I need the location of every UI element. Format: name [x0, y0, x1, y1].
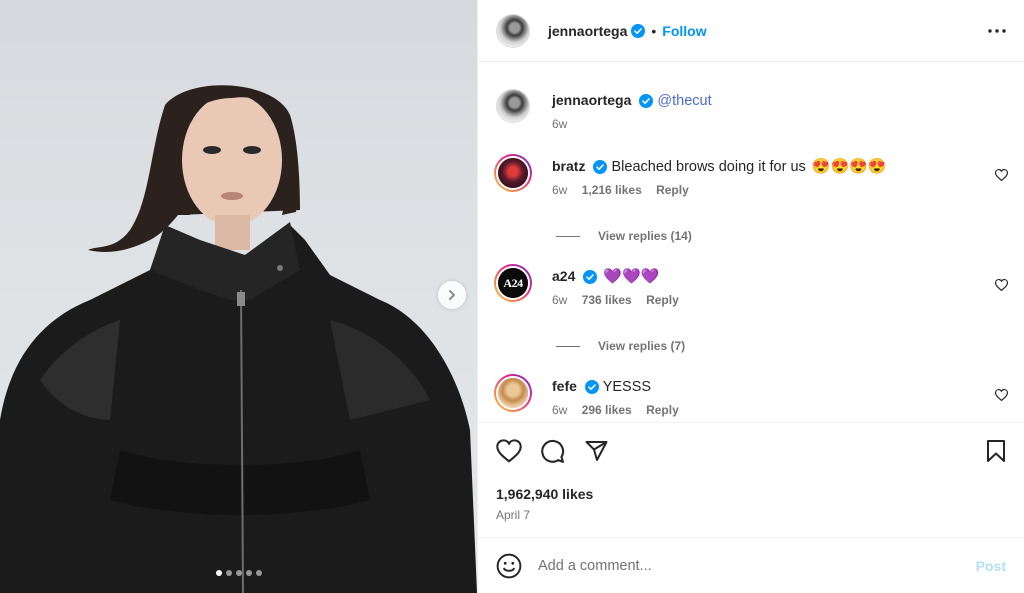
heart-icon[interactable] [995, 169, 1008, 181]
follow-button[interactable]: Follow [662, 23, 706, 39]
next-image-button[interactable] [438, 281, 466, 309]
replies-rule [556, 235, 580, 237]
heart-icon[interactable] [995, 279, 1008, 291]
reply-button[interactable]: Reply [656, 183, 689, 197]
comment-item: bratz Bleached brows doing it for us 😍😍😍… [494, 154, 887, 197]
caption: jennaortega @thecut 6w [496, 89, 712, 131]
comment-username[interactable]: bratz [552, 158, 585, 174]
verified-icon [593, 160, 608, 175]
comment-icon[interactable] [540, 439, 565, 464]
likes-count[interactable]: 1,962,940 likes [496, 486, 593, 502]
story-ring[interactable]: A24 [494, 264, 532, 302]
bookmark-icon[interactable] [986, 439, 1006, 463]
comment-meta: 6w 736 likes Reply [552, 293, 690, 307]
view-replies-label: View replies (7) [598, 339, 686, 353]
comment-username[interactable]: fefe [552, 378, 577, 394]
comment-likes[interactable]: 296 likes [582, 403, 632, 417]
post-photo [0, 85, 477, 593]
add-comment-bar: Post [478, 537, 1024, 593]
author-avatar[interactable] [496, 13, 530, 48]
caption-meta: 6w [552, 117, 712, 131]
verified-icon [631, 23, 646, 38]
comment-likes[interactable]: 736 likes [582, 293, 632, 307]
comment-text: YESSS [602, 379, 652, 395]
view-replies-button[interactable]: View replies (14) [556, 229, 692, 243]
verified-icon [584, 380, 599, 395]
reply-button[interactable]: Reply [646, 293, 679, 307]
comment-time: 6w [552, 293, 568, 307]
comment-item: fefe YESSS 6w 296 likes Reply [494, 374, 690, 417]
post-comment-button[interactable]: Post [976, 558, 1006, 574]
comment-avatar [498, 158, 528, 188]
verified-icon [639, 94, 654, 109]
heart-icon[interactable] [496, 439, 522, 463]
share-icon[interactable] [584, 439, 609, 463]
story-ring[interactable] [494, 154, 532, 192]
author-username[interactable]: jennaortega [548, 23, 627, 39]
view-replies-button[interactable]: View replies (7) [556, 339, 685, 353]
post-date: April 7 [496, 508, 531, 522]
comment-item: A24 a24 💜💜💜 6w 736 likes Reply [494, 264, 690, 307]
comment-emoji: 😍😍😍😍 [811, 158, 887, 175]
heart-icon[interactable] [995, 389, 1008, 401]
carousel-dot [215, 570, 222, 576]
emoji-icon[interactable] [496, 553, 522, 579]
comment-text: Bleached brows doing it for us [611, 159, 806, 175]
comment-avatar [498, 378, 528, 408]
carousel-dot [255, 570, 262, 576]
comment-avatar: A24 [498, 268, 528, 298]
comment-username[interactable]: a24 [552, 268, 575, 284]
separator-bullet: • [651, 22, 657, 39]
post-media[interactable] [0, 0, 477, 593]
carousel-dot [235, 570, 242, 576]
comment-time: 6w [552, 183, 568, 197]
view-replies-label: View replies (14) [598, 229, 692, 243]
caption-time: 6w [552, 117, 568, 131]
story-ring[interactable] [494, 374, 532, 412]
carousel-dot [245, 570, 252, 576]
caption-username[interactable]: jennaortega [552, 92, 631, 108]
comment-meta: 6w 296 likes Reply [552, 403, 690, 417]
replies-rule [556, 345, 580, 347]
caption-avatar[interactable] [496, 89, 530, 123]
comment-time: 6w [552, 403, 568, 417]
verified-icon [583, 270, 598, 285]
comments-list[interactable]: jennaortega @thecut 6w bratz Bleached br… [478, 63, 1024, 422]
carousel-indicator [0, 570, 477, 576]
post-header: jennaortega • Follow [478, 0, 1024, 62]
comment-input[interactable] [538, 557, 976, 574]
more-icon [988, 28, 1006, 33]
more-options-button[interactable] [988, 28, 1006, 33]
reply-button[interactable]: Reply [646, 403, 679, 417]
chevron-right-icon [449, 290, 455, 300]
comment-meta: 6w 1,216 likes Reply [552, 183, 887, 197]
post-panel: jennaortega • Follow jennaortega @thecut… [477, 0, 1024, 593]
carousel-dot [225, 570, 232, 576]
caption-mention[interactable]: @thecut [657, 93, 711, 109]
comment-emoji: 💜💜💜 [603, 268, 660, 285]
post-actions: 1,962,940 likes April 7 [478, 422, 1024, 536]
comment-likes[interactable]: 1,216 likes [582, 183, 642, 197]
